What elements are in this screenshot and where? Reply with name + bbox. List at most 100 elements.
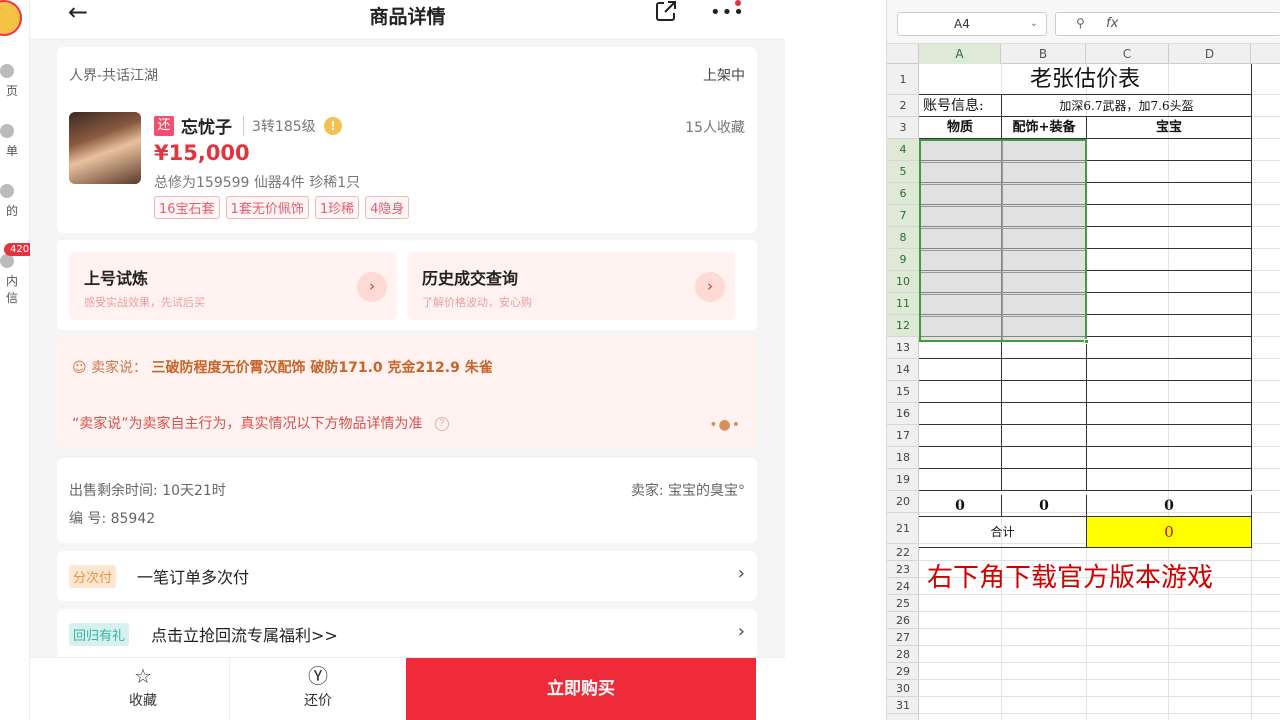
account-value-cell[interactable]: 加深6.7武器，加7.6头盔 [1002, 95, 1252, 117]
table-cell[interactable] [919, 447, 1002, 469]
table-cell[interactable] [1087, 271, 1252, 293]
history-query-button[interactable]: 历史成交查询 了解价格波动，安心购 › [407, 252, 735, 320]
table-cell[interactable] [1087, 337, 1252, 359]
return-gift-row[interactable]: 回归有礼 点击立抢回流专属福利>> › [57, 609, 757, 659]
selected-range[interactable] [919, 139, 1087, 342]
row-header[interactable]: 25 [887, 595, 919, 612]
table-cell[interactable] [1087, 161, 1252, 183]
row-header[interactable]: 14 [887, 359, 919, 381]
row-header[interactable]: 1 [887, 64, 919, 95]
header-cell-material[interactable]: 物质 [919, 117, 1002, 139]
sum-cell-a[interactable]: 0 [919, 495, 1002, 517]
row-header[interactable]: 6 [887, 183, 919, 205]
table-cell[interactable] [1087, 469, 1252, 491]
row-header[interactable]: 21 [887, 513, 919, 544]
chevron-down-icon[interactable]: ⌄ [1030, 13, 1038, 35]
row-header[interactable]: 18 [887, 447, 919, 469]
table-cell[interactable] [1087, 403, 1252, 425]
table-cell[interactable] [1087, 359, 1252, 381]
column-header-a[interactable]: A [919, 44, 1001, 64]
table-cell[interactable] [1087, 381, 1252, 403]
row-header[interactable]: 8 [887, 227, 919, 249]
table-cell[interactable] [919, 359, 1002, 381]
table-cell[interactable] [919, 381, 1002, 403]
sidebar-item-orders[interactable]: 单 [0, 124, 30, 159]
fill-handle[interactable] [1084, 339, 1089, 344]
row-header[interactable]: 11 [887, 293, 919, 315]
table-cell[interactable] [919, 469, 1002, 491]
row-header[interactable]: 20 [887, 491, 919, 513]
row-header[interactable]: 5 [887, 161, 919, 183]
table-cell[interactable] [1087, 227, 1252, 249]
bargain-button[interactable]: Ⓨ 还价 [230, 658, 406, 720]
column-header-d[interactable]: D [1169, 44, 1251, 64]
row-header[interactable]: 15 [887, 381, 919, 403]
question-icon[interactable]: ? [434, 417, 449, 431]
table-cell[interactable] [1087, 293, 1252, 315]
table-cell[interactable] [1087, 139, 1252, 161]
sidebar-item-messages[interactable]: 内信 [0, 254, 30, 306]
info-icon[interactable]: ! [324, 117, 342, 135]
row-header[interactable]: 9 [887, 249, 919, 271]
favorite-button[interactable]: ☆ 收藏 [57, 658, 230, 720]
ad-text-cell[interactable]: 右下角下载官方版本游戏 [927, 557, 1213, 594]
table-cell[interactable] [1002, 425, 1087, 447]
row-header[interactable]: 29 [887, 663, 919, 680]
row-header[interactable]: 28 [887, 646, 919, 663]
column-header-c[interactable]: C [1086, 44, 1169, 64]
header-cell-pet[interactable]: 宝宝 [1087, 117, 1252, 139]
row-header[interactable]: 2 [887, 95, 919, 117]
table-cell[interactable] [1087, 425, 1252, 447]
row-header[interactable]: 3 [887, 117, 919, 139]
row-header[interactable]: 24 [887, 578, 919, 595]
share-icon[interactable] [655, 0, 677, 22]
table-cell[interactable] [919, 403, 1002, 425]
total-label-cell[interactable]: 合计 [919, 517, 1087, 548]
row-header[interactable]: 4 [887, 139, 919, 161]
name-box[interactable]: A4 ⌄ [897, 12, 1047, 36]
row-header[interactable]: 27 [887, 629, 919, 646]
total-value-cell[interactable]: 0 [1087, 517, 1252, 548]
row-header[interactable]: 17 [887, 425, 919, 447]
table-cell[interactable] [919, 425, 1002, 447]
installment-row[interactable]: 分次付 一笔订单多次付 › [57, 551, 757, 601]
zoom-icon[interactable]: ⚲ [1076, 16, 1085, 30]
row-header[interactable]: 22 [887, 544, 919, 561]
account-label-cell[interactable]: 账号信息: [919, 95, 1002, 117]
sum-cell-c[interactable]: 0 [1087, 495, 1252, 517]
row-header[interactable]: 31 [887, 697, 919, 714]
title-cell[interactable]: 老张估价表 [919, 64, 1252, 95]
table-cell[interactable] [1087, 183, 1252, 205]
select-all-corner[interactable] [887, 44, 919, 64]
row-header[interactable]: 30 [887, 680, 919, 697]
seller-name[interactable]: 卖家: 宝宝的臭宝° [631, 480, 745, 500]
table-cell[interactable] [1002, 359, 1087, 381]
column-header-b[interactable]: B [1001, 44, 1086, 64]
row-header[interactable]: 23 [887, 561, 919, 578]
row-header[interactable]: 10 [887, 271, 919, 293]
row-header[interactable]: 13 [887, 337, 919, 359]
character-avatar[interactable] [69, 112, 141, 184]
sum-cell-b[interactable]: 0 [1002, 495, 1087, 517]
table-cell[interactable] [1087, 249, 1252, 271]
row-header[interactable]: 19 [887, 469, 919, 491]
header-cell-gear[interactable]: 配饰+装备 [1002, 117, 1087, 139]
sidebar-item-profile[interactable]: 的 [0, 184, 30, 219]
row-header[interactable]: 16 [887, 403, 919, 425]
table-cell[interactable] [1087, 205, 1252, 227]
table-cell[interactable] [1002, 381, 1087, 403]
formula-input[interactable]: ⚲ fx [1055, 12, 1280, 36]
table-cell[interactable] [1002, 447, 1087, 469]
table-cell[interactable] [1002, 403, 1087, 425]
buy-now-button[interactable]: 立即购买 [406, 658, 756, 720]
trial-button[interactable]: 上号试炼 感受实战效果，先试后买 › [69, 252, 397, 320]
more-dots-icon[interactable]: •●• [709, 417, 741, 433]
row-header[interactable]: 7 [887, 205, 919, 227]
table-cell[interactable] [1087, 447, 1252, 469]
sidebar-item-home[interactable]: 页 [0, 64, 30, 99]
fx-icon[interactable]: fx [1106, 16, 1118, 31]
table-cell[interactable] [1087, 315, 1252, 337]
app-logo[interactable] [0, 0, 22, 36]
row-header[interactable]: 26 [887, 612, 919, 629]
table-cell[interactable] [1002, 469, 1087, 491]
